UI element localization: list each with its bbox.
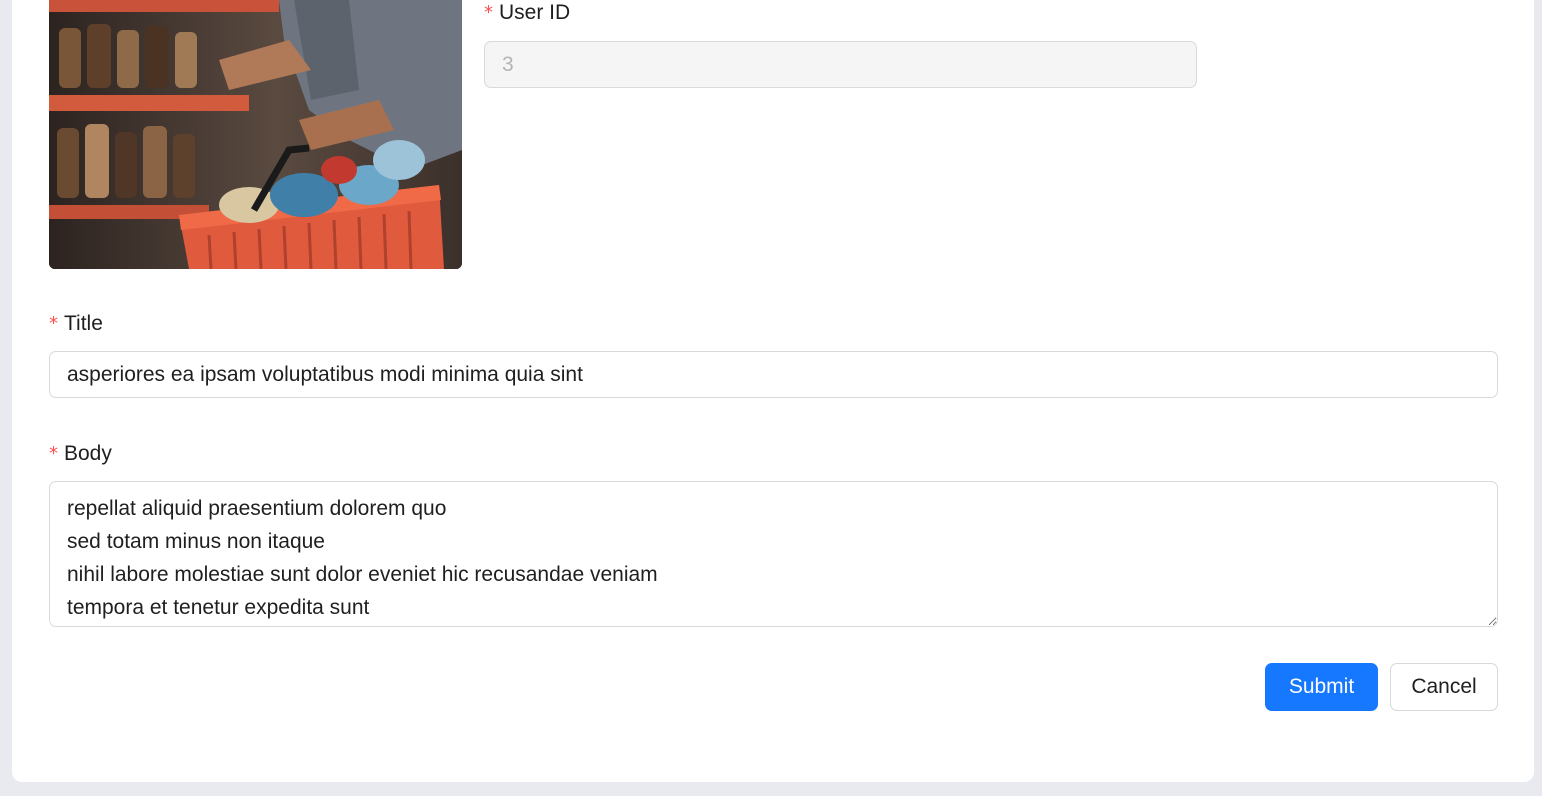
submit-button[interactable]: Submit	[1265, 663, 1378, 711]
required-mark: *	[49, 313, 58, 334]
shopping-basket-photo	[49, 0, 462, 269]
cancel-button[interactable]: Cancel	[1390, 663, 1498, 711]
user-id-input[interactable]	[484, 41, 1197, 88]
body-textarea[interactable]: repellat aliquid praesentium dolorem quo…	[49, 481, 1498, 627]
required-mark: *	[484, 2, 493, 23]
user-id-label: * User ID	[484, 1, 571, 24]
body-label: * Body	[49, 442, 112, 465]
title-label: * Title	[49, 312, 103, 335]
title-input[interactable]	[49, 351, 1498, 398]
required-mark: *	[49, 443, 58, 464]
post-image	[49, 0, 462, 269]
